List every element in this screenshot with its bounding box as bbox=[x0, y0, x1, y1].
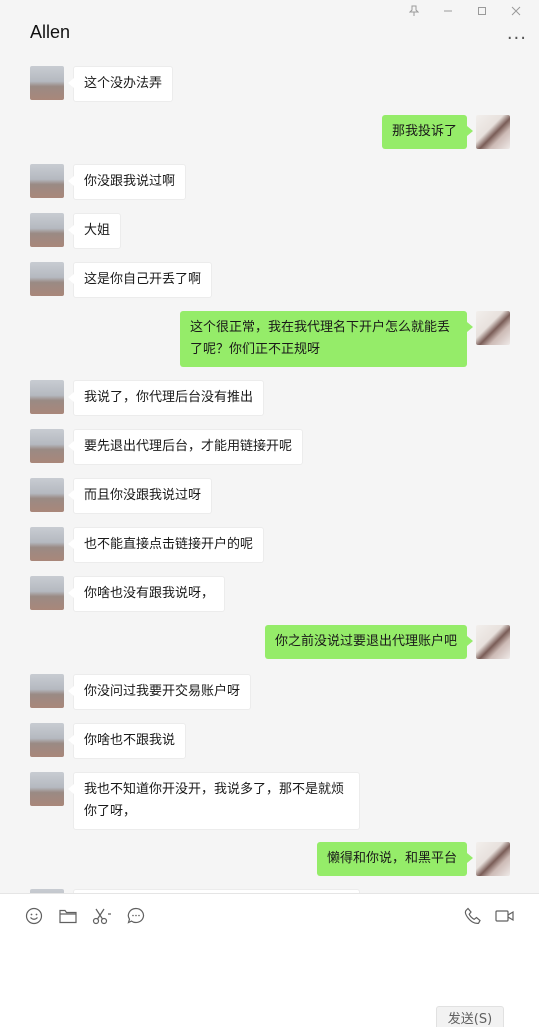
message-bubble[interactable]: 这个很正常，我在我代理名下开户怎么就能丢了呢？你们正不正规呀 bbox=[180, 311, 473, 367]
pin-button[interactable] bbox=[397, 2, 431, 20]
message-bubble[interactable]: 而且你没跟我说过呀 bbox=[67, 478, 213, 514]
close-button[interactable] bbox=[499, 2, 533, 20]
contact-avatar[interactable] bbox=[30, 674, 64, 708]
message-bubble[interactable]: 我也不知道你开没开，我说多了，那不是就烦你了呀， bbox=[68, 772, 360, 830]
maximize-icon bbox=[478, 7, 486, 15]
phone-icon bbox=[464, 907, 481, 924]
contact-avatar[interactable] bbox=[30, 213, 64, 247]
pin-icon bbox=[409, 5, 419, 16]
close-icon bbox=[511, 6, 521, 16]
emoji-button[interactable] bbox=[24, 906, 44, 926]
message-list[interactable]: 这个没办法弄 那我投诉了 你没跟我说过啊 大姐 这是你自己开丢了啊 这个很正常，… bbox=[0, 60, 539, 893]
chat-title: Allen bbox=[30, 22, 71, 42]
maximize-button[interactable] bbox=[465, 2, 499, 20]
contact-avatar[interactable] bbox=[30, 66, 64, 100]
message-bubble[interactable]: 你啥也不跟我说 bbox=[67, 723, 187, 759]
video-call-button[interactable] bbox=[495, 906, 515, 926]
message-bubble[interactable]: 我说了，你代理后台没有推出 bbox=[67, 380, 265, 416]
minimize-icon bbox=[444, 10, 452, 12]
more-options-button[interactable]: ... bbox=[507, 25, 527, 43]
contact-avatar[interactable] bbox=[30, 478, 64, 512]
message-bubble[interactable]: 你没问过我要开交易账户呀 bbox=[67, 674, 252, 710]
chat-history-button[interactable] bbox=[126, 906, 146, 926]
toolbar-right bbox=[463, 906, 515, 926]
contact-avatar[interactable] bbox=[30, 772, 64, 806]
video-icon bbox=[495, 910, 514, 922]
file-button[interactable] bbox=[58, 906, 78, 926]
title-bar: Allen ... bbox=[0, 0, 539, 60]
contact-avatar[interactable] bbox=[30, 527, 64, 561]
send-button[interactable]: 发送(S) bbox=[436, 1006, 504, 1027]
message-bubble[interactable]: 你之前没说过要退出代理账户吧 bbox=[264, 625, 474, 659]
self-avatar[interactable] bbox=[476, 625, 510, 659]
contact-avatar[interactable] bbox=[30, 164, 64, 198]
contact-avatar[interactable] bbox=[30, 380, 64, 414]
message-bubble[interactable]: 你啥也没有跟我说呀， bbox=[67, 576, 226, 612]
contact-avatar[interactable] bbox=[30, 429, 64, 463]
contact-avatar[interactable] bbox=[30, 576, 64, 610]
message-bubble[interactable]: 懒得和你说，和黑平台 bbox=[316, 842, 474, 876]
folder-icon bbox=[59, 909, 77, 924]
contact-avatar[interactable] bbox=[30, 723, 64, 757]
minimize-button[interactable] bbox=[431, 2, 465, 20]
message-bubble[interactable]: 那我投诉了 bbox=[381, 115, 474, 149]
message-bubble[interactable]: 这个没办法弄 bbox=[67, 66, 174, 102]
voice-call-button[interactable] bbox=[463, 906, 483, 926]
message-bubble[interactable]: 这是你自己开丢了啊 bbox=[67, 262, 213, 298]
message-bubble[interactable]: 你没跟我说过啊 bbox=[67, 164, 187, 200]
window-controls bbox=[397, 2, 533, 20]
chat-bubble-icon bbox=[127, 907, 145, 924]
toolbar-left bbox=[24, 906, 146, 926]
message-bubble[interactable]: 要先退出代理后台，才能用链接开呢 bbox=[67, 429, 304, 465]
scissors-icon bbox=[92, 908, 111, 925]
contact-avatar[interactable] bbox=[30, 262, 64, 296]
message-bubble[interactable]: 也不能直接点击链接开户的呢 bbox=[67, 527, 265, 563]
emoji-icon bbox=[25, 907, 43, 925]
message-bubble[interactable]: 大姐 bbox=[67, 213, 122, 249]
screenshot-button[interactable] bbox=[92, 906, 112, 926]
self-avatar[interactable] bbox=[476, 842, 510, 876]
self-avatar[interactable] bbox=[476, 311, 510, 345]
self-avatar[interactable] bbox=[476, 115, 510, 149]
